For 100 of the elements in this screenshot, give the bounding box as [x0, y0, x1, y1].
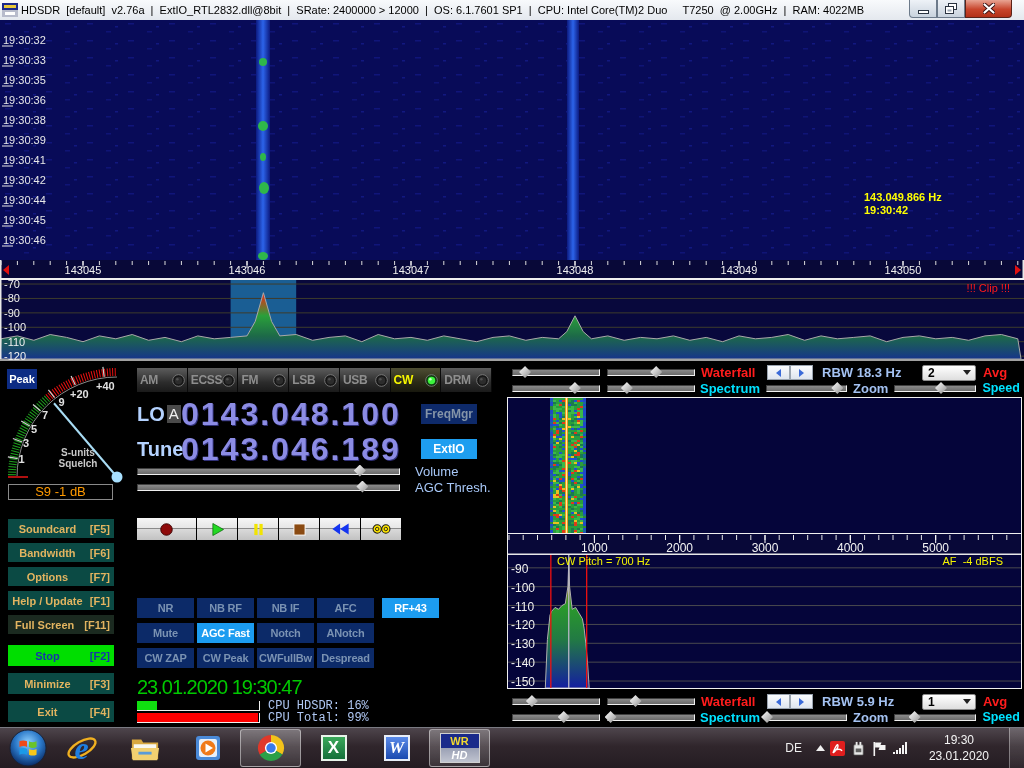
lo-frequency[interactable]: 0143.048.100: [181, 400, 411, 428]
avg-dropdown[interactable]: 2: [922, 364, 976, 381]
loop-button[interactable]: [361, 518, 401, 540]
slider-track[interactable]: [512, 714, 600, 721]
slider-label: AGC Thresh.: [415, 479, 491, 495]
reference-line[interactable]: [568, 555, 570, 688]
clock-date[interactable]: 23.01.2020: [928, 748, 989, 764]
slider-thumb[interactable]: [620, 382, 633, 394]
slider-thumb[interactable]: [356, 480, 369, 493]
function-button[interactable]: Soundcard [F5]: [8, 519, 114, 538]
axis-label: 4000: [837, 541, 864, 555]
step-left-button[interactable]: [767, 694, 790, 709]
slider-thumb[interactable]: [831, 382, 844, 394]
dsp-button[interactable]: RF+43: [382, 598, 439, 618]
dsp-button[interactable]: Notch: [257, 623, 314, 643]
function-button[interactable]: Help / Update [F1]: [8, 591, 114, 610]
slider-track[interactable]: [512, 385, 600, 392]
rewind-button[interactable]: [320, 518, 360, 540]
timestamp: 19:30:35: [3, 73, 46, 88]
minimize-button[interactable]: [909, 0, 937, 18]
function-button[interactable]: Minimize [F3]: [8, 673, 114, 694]
reader-icon[interactable]: [829, 740, 845, 756]
slider-thumb[interactable]: [908, 711, 921, 723]
close-button[interactable]: [965, 0, 1012, 18]
dsp-button[interactable]: NR: [137, 598, 194, 618]
mode-button[interactable]: FM: [238, 368, 290, 392]
vfo-button[interactable]: A: [166, 405, 181, 423]
dsp-button[interactable]: Mute: [137, 623, 194, 643]
restore-button[interactable]: [937, 0, 965, 18]
record-button[interactable]: [137, 518, 196, 540]
taskbar-button[interactable]: X: [303, 729, 364, 767]
slider-thumb[interactable]: [525, 695, 538, 707]
dsp-button[interactable]: AGC Fast: [197, 623, 254, 643]
scale-label: 9: [58, 396, 65, 409]
dsp-button[interactable]: CWFullBw: [257, 648, 314, 668]
start-button[interactable]: [7, 728, 49, 768]
slider-thumb[interactable]: [761, 711, 773, 723]
mode-button[interactable]: USB: [339, 368, 391, 392]
slider-track[interactable]: [894, 714, 977, 721]
pause-button[interactable]: [238, 518, 278, 540]
slider-track[interactable]: [607, 698, 695, 705]
slider-track[interactable]: [894, 385, 977, 392]
avg-dropdown[interactable]: 1: [922, 693, 976, 710]
function-button[interactable]: Options [F7]: [8, 567, 114, 586]
step-right-button[interactable]: [790, 365, 813, 380]
slider-thumb[interactable]: [568, 382, 581, 394]
show-desktop-button[interactable]: [1009, 728, 1024, 768]
slider-thumb[interactable]: [935, 382, 947, 394]
dsp-button[interactable]: AFC: [317, 598, 374, 618]
slider-track[interactable]: [607, 714, 695, 721]
dsp-button[interactable]: NB IF: [257, 598, 314, 618]
taskbar-button[interactable]: W: [366, 729, 427, 767]
caret-up-icon[interactable]: [815, 745, 825, 751]
step-left-button[interactable]: [767, 365, 790, 380]
slider-track[interactable]: [766, 385, 847, 392]
slider-thumb[interactable]: [519, 366, 532, 378]
slider-track[interactable]: [607, 385, 695, 392]
mode-button[interactable]: DRM: [441, 368, 493, 392]
function-button[interactable]: Full Screen [F11]: [8, 615, 114, 634]
frequency-manager-button[interactable]: FreqMgr: [421, 404, 477, 424]
device-icon[interactable]: [850, 740, 866, 756]
dsp-button[interactable]: NB RF: [197, 598, 254, 618]
mode-button[interactable]: LSB: [289, 368, 340, 392]
dsp-button[interactable]: CW ZAP: [137, 648, 194, 668]
function-button[interactable]: Exit [F4]: [8, 701, 114, 722]
taskbar-button[interactable]: WR HD: [429, 729, 490, 767]
language-indicator[interactable]: DE: [785, 741, 802, 755]
dsp-button[interactable]: CW Peak: [197, 648, 254, 668]
mode-button[interactable]: CW: [390, 368, 442, 392]
stop-button[interactable]: [279, 518, 319, 540]
scroll-right-icon[interactable]: [1015, 265, 1021, 275]
slider-track[interactable]: [512, 369, 600, 376]
scroll-left-icon[interactable]: [3, 265, 9, 275]
axis-label: 1000: [581, 541, 608, 555]
slider-track[interactable]: [137, 467, 400, 475]
function-button[interactable]: Stop [F2]: [8, 645, 114, 666]
slider-thumb[interactable]: [629, 695, 642, 707]
signal-bars-icon[interactable]: [892, 742, 907, 754]
play-button[interactable]: [197, 518, 237, 540]
clock-time[interactable]: 19:30: [943, 732, 974, 748]
slider-thumb[interactable]: [604, 711, 617, 723]
mode-button[interactable]: ECSS: [187, 368, 239, 392]
reference-line[interactable]: [586, 555, 588, 688]
step-right-button[interactable]: [790, 694, 813, 709]
y-axis-label: -100: [4, 321, 27, 334]
dsp-button[interactable]: ANotch: [317, 623, 374, 643]
extio-button[interactable]: ExtIO: [421, 439, 477, 459]
slider-track[interactable]: [512, 698, 600, 705]
slider-thumb[interactable]: [650, 366, 663, 378]
flag-icon[interactable]: [871, 740, 887, 756]
tune-frequency[interactable]: 0143.046.189: [181, 435, 411, 463]
taskbar-button[interactable]: [240, 729, 301, 767]
dsp-button[interactable]: Despread: [317, 648, 374, 668]
mode-button[interactable]: AM: [137, 368, 188, 392]
slider-thumb[interactable]: [557, 711, 570, 723]
slider-thumb[interactable]: [353, 464, 366, 477]
slider-track[interactable]: [607, 369, 695, 376]
slider-track[interactable]: [137, 483, 400, 491]
timestamp: 19:30:39: [3, 133, 46, 148]
function-button[interactable]: Bandwidth [F6]: [8, 543, 114, 562]
